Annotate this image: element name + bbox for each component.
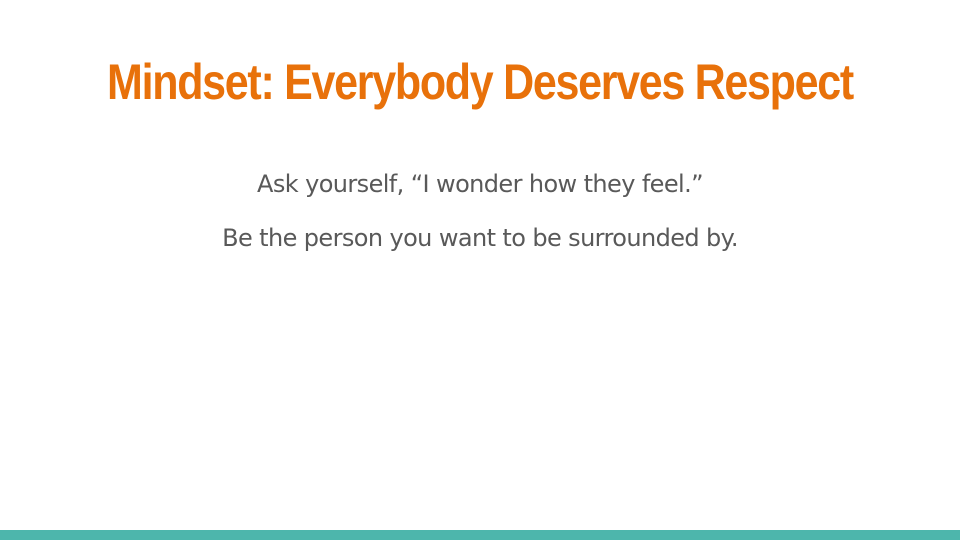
slide: Mindset: Everybody Deserves Respect Ask … xyxy=(0,0,960,540)
body-line-2: Be the person you want to be surrounded … xyxy=(222,224,738,252)
footer-accent-bar xyxy=(0,530,960,540)
body-line-1: Ask yourself, “I wonder how they feel.” xyxy=(257,170,704,198)
slide-body: Ask yourself, “I wonder how they feel.” … xyxy=(0,162,960,270)
slide-title: Mindset: Everybody Deserves Respect xyxy=(107,54,854,110)
